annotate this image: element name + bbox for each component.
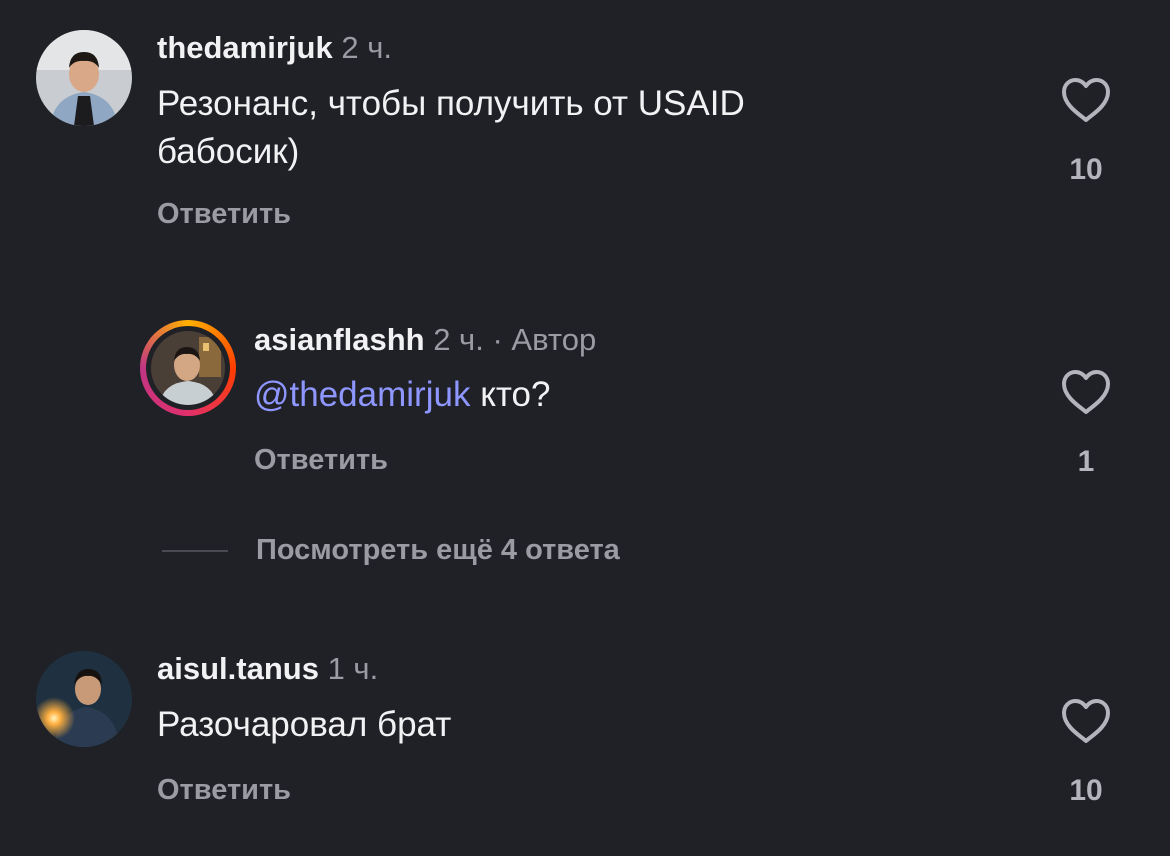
comment-text-line: бабосик)	[157, 132, 300, 171]
comment-meta: aisul.tanus 1 ч.	[157, 651, 378, 687]
avatar[interactable]	[36, 651, 132, 747]
username[interactable]: thedamirjuk	[157, 30, 333, 65]
like-count: 1	[1077, 445, 1095, 478]
heart-outline-icon[interactable]	[1060, 697, 1112, 745]
comment-text: @thedamirjuk кто?	[254, 371, 550, 419]
comments-thread: thedamirjuk 2 ч. Резонанс, чтобы получит…	[0, 0, 1170, 856]
heart-outline-icon[interactable]	[1060, 76, 1112, 124]
username[interactable]: aisul.tanus	[157, 651, 319, 686]
avatar-photo-icon	[36, 651, 132, 747]
avatar-photo-icon	[36, 30, 132, 126]
comment-text: Разочаровал брат	[157, 705, 452, 744]
avatar-photo-icon	[151, 331, 225, 405]
reply-button[interactable]: Ответить	[157, 774, 291, 807]
comment-text-line: Резонанс, чтобы получить от USAID	[157, 84, 745, 123]
like-count: 10	[1069, 153, 1103, 186]
meta-separator: ·	[492, 322, 503, 357]
like-count: 10	[1069, 774, 1103, 807]
comment-time: 2 ч.	[433, 322, 484, 357]
reply-button[interactable]: Ответить	[254, 444, 388, 477]
comment-time: 1 ч.	[327, 651, 379, 686]
comment-text-body: кто?	[480, 375, 551, 414]
comment-meta: asianflashh 2 ч. · Автор	[254, 322, 596, 358]
replies-divider	[162, 550, 228, 552]
author-badge: Автор	[511, 322, 597, 357]
avatar-story-ring[interactable]	[140, 320, 236, 416]
view-more-replies-button[interactable]: Посмотреть ещё 4 ответа	[256, 534, 620, 567]
mention-link[interactable]: @thedamirjuk	[254, 375, 470, 414]
reply-button[interactable]: Ответить	[157, 198, 291, 231]
comment-text: Резонанс, чтобы получить от USAID бабоси…	[157, 80, 745, 176]
heart-outline-icon[interactable]	[1060, 368, 1112, 416]
avatar[interactable]	[36, 30, 132, 126]
avatar	[151, 331, 225, 405]
comment-time: 2 ч.	[341, 30, 392, 65]
username[interactable]: asianflashh	[254, 322, 425, 357]
comment-meta: thedamirjuk 2 ч.	[157, 30, 392, 66]
